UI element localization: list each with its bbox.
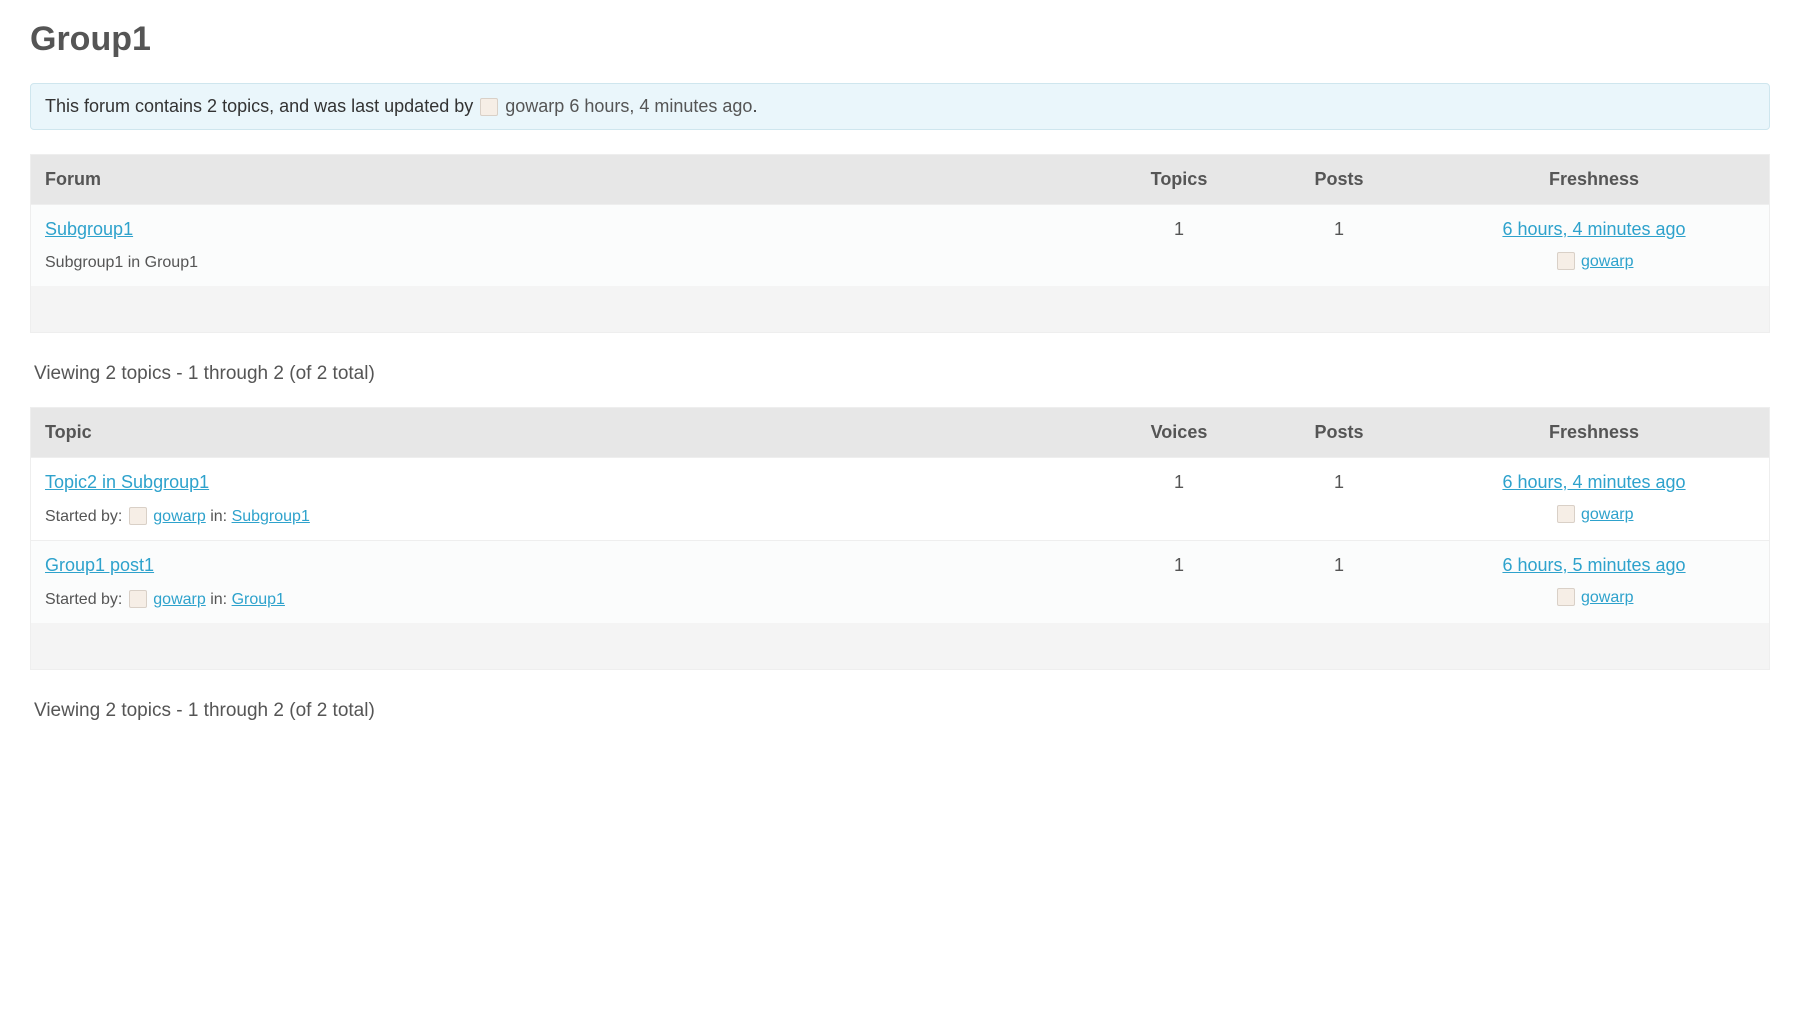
freshness-user-link[interactable]: gowarp	[1581, 253, 1633, 270]
started-by-user-link[interactable]: gowarp	[153, 508, 205, 525]
topic-voices-count: 1	[1099, 541, 1259, 623]
table-row: Group1 post1 Started by: gowarp in: Grou…	[31, 540, 1769, 623]
topic-link[interactable]: Topic2 in Subgroup1	[45, 472, 209, 492]
started-by-label: Started by:	[45, 508, 127, 525]
notice-prefix: This forum contains 2 topics, and was la…	[45, 96, 478, 116]
forums-table: Forum Topics Posts Freshness Subgroup1 S…	[30, 154, 1770, 333]
notice-time: 6 hours, 4 minutes ago	[569, 96, 752, 116]
viewing-summary-bottom: Viewing 2 topics - 1 through 2 (of 2 tot…	[34, 700, 1770, 722]
topics-footer	[31, 623, 1769, 669]
table-row: Subgroup1 Subgroup1 in Group1 1 1 6 hour…	[31, 204, 1769, 286]
topic-posts-count: 1	[1259, 541, 1419, 623]
forum-posts-count: 1	[1259, 205, 1419, 286]
topic-posts-count: 1	[1259, 458, 1419, 540]
viewing-summary-top: Viewing 2 topics - 1 through 2 (of 2 tot…	[34, 363, 1770, 385]
freshness-user-link[interactable]: gowarp	[1581, 506, 1633, 523]
table-row: Topic2 in Subgroup1 Started by: gowarp i…	[31, 457, 1769, 540]
avatar-icon	[129, 590, 147, 608]
header-topics: Topics	[1099, 155, 1259, 204]
avatar-icon	[1557, 588, 1575, 606]
in-label: in:	[210, 508, 231, 525]
started-by-user-link[interactable]: gowarp	[153, 591, 205, 608]
forum-notice: This forum contains 2 topics, and was la…	[30, 83, 1770, 130]
freshness-time-link[interactable]: 6 hours, 4 minutes ago	[1502, 472, 1685, 492]
page-title: Group1	[30, 20, 1770, 59]
header-forum: Forum	[31, 155, 1099, 204]
in-forum-link[interactable]: Subgroup1	[232, 508, 310, 525]
topics-header-row: Topic Voices Posts Freshness	[31, 408, 1769, 457]
forums-header-row: Forum Topics Posts Freshness	[31, 155, 1769, 204]
notice-user: gowarp	[505, 96, 564, 116]
header-freshness: Freshness	[1419, 408, 1769, 457]
avatar-icon	[1557, 505, 1575, 523]
freshness-time-link[interactable]: 6 hours, 5 minutes ago	[1502, 555, 1685, 575]
forum-topics-count: 1	[1099, 205, 1259, 286]
forum-link[interactable]: Subgroup1	[45, 219, 133, 239]
topic-voices-count: 1	[1099, 458, 1259, 540]
header-voices: Voices	[1099, 408, 1259, 457]
header-posts: Posts	[1259, 408, 1419, 457]
started-by-label: Started by:	[45, 591, 127, 608]
header-freshness: Freshness	[1419, 155, 1769, 204]
freshness-user-link[interactable]: gowarp	[1581, 589, 1633, 606]
in-forum-link[interactable]: Group1	[232, 591, 285, 608]
forum-description: Subgroup1 in Group1	[45, 254, 1087, 272]
header-posts: Posts	[1259, 155, 1419, 204]
avatar-icon	[129, 507, 147, 525]
avatar-icon	[1557, 252, 1575, 270]
header-topic: Topic	[31, 408, 1099, 457]
forums-footer	[31, 286, 1769, 332]
notice-suffix: .	[752, 96, 757, 116]
topics-table: Topic Voices Posts Freshness Topic2 in S…	[30, 407, 1770, 670]
topic-link[interactable]: Group1 post1	[45, 555, 154, 575]
freshness-time-link[interactable]: 6 hours, 4 minutes ago	[1502, 219, 1685, 239]
in-label: in:	[210, 591, 231, 608]
avatar-icon	[480, 98, 498, 116]
